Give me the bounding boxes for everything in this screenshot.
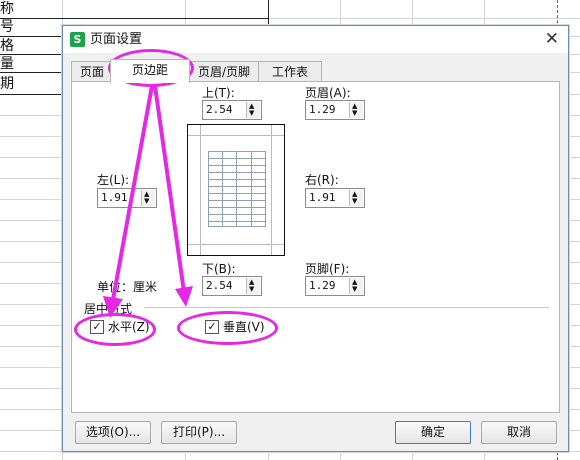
tab-margins[interactable]: 页边距 bbox=[110, 59, 190, 83]
annotation-arrows bbox=[103, 85, 193, 318]
